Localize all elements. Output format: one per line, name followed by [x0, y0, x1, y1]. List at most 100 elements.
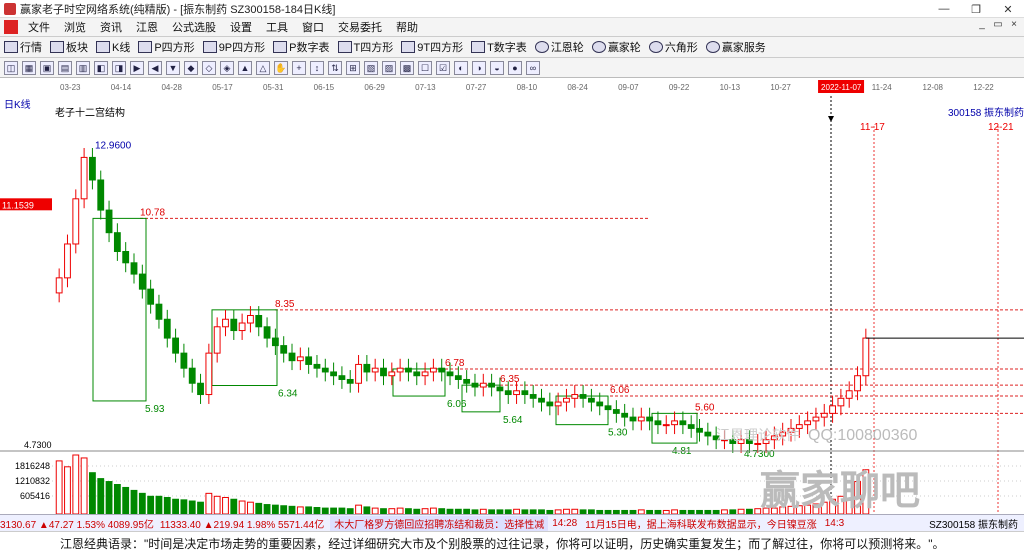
- restore-button[interactable]: ❐: [960, 0, 992, 18]
- toolbar-btn-8[interactable]: T数字表: [471, 39, 527, 55]
- candle-body: [405, 367, 412, 373]
- candle-body: [380, 367, 387, 377]
- low-price-label: 6.06: [447, 399, 467, 410]
- candle-body: [72, 198, 80, 245]
- draw-tool-icon[interactable]: ⊞: [346, 60, 360, 75]
- draw-tool-icon[interactable]: ◆: [184, 60, 198, 75]
- menu-settings[interactable]: 设置: [223, 19, 259, 35]
- future-date-label: 12-21: [988, 122, 1014, 133]
- candle-body: [829, 405, 836, 414]
- candle-body: [454, 375, 462, 380]
- draw-tool-icon[interactable]: ▥: [76, 60, 90, 75]
- candle-body: [147, 288, 155, 305]
- draw-tool-icon[interactable]: ●: [508, 60, 522, 75]
- menu-info[interactable]: 资讯: [93, 19, 129, 35]
- drawing-toolbar: ◫ ▦ ▣ ▤ ▥ ◧ ◨ ▶ ◀ ▼ ◆ ◇ ◈ ▲ △ ✋ + ↕ ⇅ ⊞ ▧ ▨ ▩ ☐ ☑ ◐ ◑ ◒ ● ∞: [0, 58, 1024, 78]
- minimize-button[interactable]: —: [928, 0, 960, 18]
- news-ticker-2[interactable]: 11月15日电，据上海科联发布数据显示，今日镍豆涨: [581, 516, 821, 531]
- menu-gann[interactable]: 江恩: [129, 19, 165, 35]
- draw-tool-icon[interactable]: ◈: [220, 60, 234, 75]
- volume-bar: [172, 498, 179, 514]
- menu-help[interactable]: 帮助: [389, 19, 425, 35]
- candle-body: [280, 345, 288, 354]
- candle-body: [80, 156, 88, 200]
- menu-window[interactable]: 窗口: [295, 19, 331, 35]
- volume-bar: [263, 504, 271, 514]
- draw-tool-icon[interactable]: ↕: [310, 60, 324, 75]
- volume-bar: [280, 505, 288, 514]
- draw-tool-icon[interactable]: ◧: [94, 60, 108, 75]
- toolbar-btn-3[interactable]: P四方形: [138, 39, 195, 55]
- candle-body: [446, 371, 454, 377]
- draw-tool-icon[interactable]: ∞: [526, 60, 540, 75]
- toolbar-btn-9[interactable]: 江恩轮: [534, 39, 584, 55]
- draw-tool-icon[interactable]: ☐: [418, 60, 432, 75]
- mdi-close-button[interactable]: ×: [1006, 19, 1022, 34]
- t-table-icon: [471, 41, 486, 53]
- draw-tool-icon[interactable]: ▦: [22, 60, 36, 75]
- news-time-2: 14:3: [824, 517, 845, 529]
- draw-tool-icon[interactable]: ◫: [4, 60, 18, 75]
- menu-formula[interactable]: 公式选股: [165, 19, 223, 35]
- draw-tool-icon[interactable]: ◑: [472, 60, 486, 75]
- volume-bar: [55, 460, 63, 514]
- volume-bar: [238, 500, 246, 514]
- future-date-label: 11-17: [860, 122, 885, 133]
- menu-browse[interactable]: 浏览: [57, 19, 93, 35]
- candle-body: [654, 420, 662, 426]
- draw-tool-icon[interactable]: ◨: [112, 60, 126, 75]
- volume-bar: [363, 506, 371, 514]
- draw-tool-icon[interactable]: ▲: [238, 60, 252, 75]
- sh-index-quote[interactable]: 3130.67 ▲47.27 1.53% 4089.95亿: [0, 516, 154, 531]
- candle-body: [862, 337, 870, 377]
- toolbar-btn-2[interactable]: K线: [96, 39, 130, 55]
- toolbar-btn-label: 行情: [20, 42, 42, 54]
- 9t-square-icon: [401, 41, 416, 53]
- draw-tool-icon[interactable]: ▶: [130, 60, 144, 75]
- draw-tool-icon[interactable]: △: [256, 60, 270, 75]
- close-button[interactable]: ✕: [992, 0, 1024, 18]
- candle-body: [438, 367, 446, 373]
- candle-body: [180, 352, 188, 369]
- app-menu-icon[interactable]: [4, 20, 18, 34]
- draw-tool-icon[interactable]: ◀: [148, 60, 162, 75]
- draw-tool-icon[interactable]: ◇: [202, 60, 216, 75]
- draw-tool-icon[interactable]: ✋: [274, 60, 288, 75]
- draw-tool-icon[interactable]: ☑: [436, 60, 450, 75]
- draw-tool-icon[interactable]: +: [292, 60, 306, 75]
- toolbar-btn-6[interactable]: T四方形: [337, 39, 393, 55]
- volume-bar: [288, 505, 296, 514]
- sz-index-quote[interactable]: 11333.40 ▲219.94 1.98% 5571.44亿: [160, 516, 324, 531]
- toolbar-btn-label: P四方形: [154, 42, 195, 54]
- draw-tool-icon[interactable]: ◒: [490, 60, 504, 75]
- toolbar-btn-10[interactable]: 赢家轮: [591, 39, 641, 55]
- current-stock[interactable]: SZ300158 振东制药: [929, 516, 1024, 531]
- toolbar-btn-5[interactable]: P数字表: [273, 39, 330, 55]
- menu-tools[interactable]: 工具: [259, 19, 295, 35]
- draw-tool-icon[interactable]: ▨: [382, 60, 396, 75]
- toolbar-btn-11[interactable]: 六角形: [648, 39, 698, 55]
- draw-tool-icon[interactable]: ▼: [166, 60, 180, 75]
- toolbar-btn-4[interactable]: 9P四方形: [202, 39, 265, 55]
- toolbar-btn-12[interactable]: 赢家服务: [705, 39, 766, 55]
- p-square-icon: [138, 41, 153, 53]
- date-axis: 03-23 04-14 04-28 05-17 05-31 06-15 06-29 07-13…: [0, 78, 1024, 96]
- mdi-minimize-button[interactable]: _: [974, 19, 990, 34]
- low-price-label: 5.64: [503, 415, 523, 426]
- news-ticker-1[interactable]: 木大厂格罗方德回应招聘冻结和裁员：选择性减: [330, 515, 549, 531]
- candle-body: [97, 179, 105, 211]
- toolbar-btn-0[interactable]: 行情: [4, 39, 42, 55]
- date-tick-label: 05-17: [212, 83, 233, 92]
- draw-tool-icon[interactable]: ▧: [364, 60, 378, 75]
- menu-trade[interactable]: 交易委托: [331, 19, 389, 35]
- draw-tool-icon[interactable]: ▣: [40, 60, 54, 75]
- draw-tool-icon[interactable]: ⇅: [328, 60, 342, 75]
- draw-tool-icon[interactable]: ▤: [58, 60, 72, 75]
- toolbar-btn-1[interactable]: 板块: [50, 39, 88, 55]
- menu-file[interactable]: 文件: [21, 19, 57, 35]
- toolbar-btn-7[interactable]: 9T四方形: [401, 39, 463, 55]
- kline-chart[interactable]: 日K线 300158 振东制药 老子十二宫结构 11.1539 11-17 12-21 12.…: [0, 96, 1024, 514]
- mdi-restore-button[interactable]: ▭: [990, 19, 1006, 34]
- draw-tool-icon[interactable]: ▩: [400, 60, 414, 75]
- draw-tool-icon[interactable]: ◐: [454, 60, 468, 75]
